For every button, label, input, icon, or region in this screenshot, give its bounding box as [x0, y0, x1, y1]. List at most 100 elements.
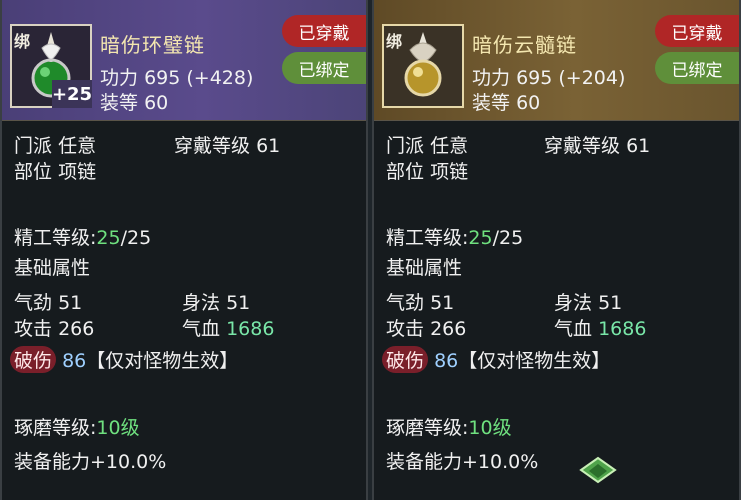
- wear-level-value: 61: [256, 135, 281, 157]
- item-tooltip-card-2: 绑 暗伤云髓链 功力 695 (+204) 装等 60 已穿戴 已绑定 门派 任…: [372, 0, 741, 500]
- wear-level-label: 穿戴等级: [544, 135, 621, 157]
- item-name: 暗伤环璧链: [100, 33, 205, 57]
- gear-level-stat: 装等 60: [100, 88, 168, 115]
- item-name: 暗伤云髓链: [472, 33, 577, 57]
- sect-value: 任意: [430, 135, 469, 157]
- agility-value: 51: [226, 292, 251, 314]
- craft-max: /25: [492, 227, 524, 249]
- slot-value: 项链: [430, 161, 469, 183]
- attack-value: 266: [430, 318, 467, 340]
- hp-value: 1686: [598, 318, 647, 340]
- pierce-row: 破伤 86【仅对怪物生效】: [382, 346, 610, 373]
- hp-row: 气血 1686: [182, 314, 274, 341]
- pierce-note: 【仅对怪物生效】: [86, 350, 239, 372]
- equipped-tag: 已穿戴: [282, 15, 366, 47]
- attack-row: 攻击 266: [14, 314, 94, 341]
- polish-value: 10级: [468, 417, 512, 439]
- polish-label: 琢磨等级:: [386, 417, 469, 439]
- base-attr-title: 基础属性: [386, 257, 463, 279]
- craft-level-row: 精工等级:25/25: [14, 223, 151, 250]
- wear-level-value: 61: [626, 135, 651, 157]
- polish-label: 琢磨等级:: [14, 417, 97, 439]
- green-game-logo-icon: [579, 456, 617, 484]
- bind-tag: 绑: [14, 32, 31, 51]
- sect-label: 门派: [386, 135, 425, 157]
- power-value: 695: [144, 67, 181, 89]
- card-header: 绑 暗伤云髓链 功力 695 (+204) 装等 60 已穿戴 已绑定: [374, 0, 739, 121]
- agility-row: 身法 51: [182, 288, 250, 315]
- power-label: 功力: [472, 67, 511, 89]
- qi-value: 51: [430, 292, 455, 314]
- wear-level-row: 穿戴等级 61: [174, 131, 280, 158]
- gear-level-value: 60: [516, 92, 541, 114]
- equip-ability-label: 装备能力: [14, 451, 91, 473]
- craft-label: 精工等级:: [14, 227, 97, 249]
- power-label: 功力: [100, 67, 139, 89]
- polish-value: 10级: [96, 417, 140, 439]
- equip-ability-label: 装备能力: [386, 451, 463, 473]
- hp-row: 气血 1686: [554, 314, 646, 341]
- gear-level-value: 60: [144, 92, 169, 114]
- slot-label: 部位: [14, 161, 53, 183]
- sect-label: 门派: [14, 135, 53, 157]
- hp-label: 气血: [554, 318, 593, 340]
- pierce-value: 86: [62, 350, 87, 372]
- pierce-note: 【仅对怪物生效】: [458, 350, 611, 372]
- card-header: 绑 +25 暗伤环璧链 功力 695 (+428) 装等 60 已穿戴 已绑定: [2, 0, 366, 121]
- base-attr-title: 基础属性: [14, 257, 91, 279]
- sect-row: 门派 任意: [14, 131, 96, 158]
- attack-value: 266: [58, 318, 95, 340]
- power-stat: 功力 695 (+428): [100, 63, 253, 90]
- wear-level-row: 穿戴等级 61: [544, 131, 650, 158]
- craft-max: /25: [120, 227, 152, 249]
- slot-row: 部位 项链: [14, 157, 96, 184]
- qi-row: 气劲 51: [14, 288, 82, 315]
- agility-row: 身法 51: [554, 288, 622, 315]
- agility-value: 51: [598, 292, 623, 314]
- equip-ability-row: 装备能力+10.0%: [14, 447, 166, 474]
- gear-level-label: 装等: [472, 92, 511, 114]
- power-stat: 功力 695 (+204): [472, 63, 625, 90]
- pierce-row: 破伤 86【仅对怪物生效】: [10, 346, 238, 373]
- bind-tag: 绑: [386, 32, 403, 51]
- bound-tag: 已绑定: [282, 52, 366, 84]
- qi-label: 气劲: [386, 292, 425, 314]
- attack-label: 攻击: [386, 318, 425, 340]
- polish-level-row: 琢磨等级:10级: [386, 413, 512, 440]
- game-logo: [575, 454, 621, 492]
- pierce-label: 破伤: [10, 346, 57, 373]
- equip-ability-value: +10.0%: [90, 451, 167, 473]
- hp-value: 1686: [226, 318, 275, 340]
- hp-label: 气血: [182, 318, 221, 340]
- qi-value: 51: [58, 292, 83, 314]
- pierce-value: 86: [434, 350, 459, 372]
- craft-current: 25: [96, 227, 121, 249]
- attack-row: 攻击 266: [386, 314, 466, 341]
- polish-level-row: 琢磨等级:10级: [14, 413, 140, 440]
- slot-row: 部位 项链: [386, 157, 468, 184]
- equip-ability-row: 装备能力+10.0%: [386, 447, 538, 474]
- agility-label: 身法: [554, 292, 593, 314]
- gear-level-label: 装等: [100, 92, 139, 114]
- pierce-label: 破伤: [382, 346, 429, 373]
- equipped-tag: 已穿戴: [655, 15, 739, 47]
- attack-label: 攻击: [14, 318, 53, 340]
- item-tooltip-card-1: 绑 +25 暗伤环璧链 功力 695 (+428) 装等 60 已穿戴 已绑定 …: [0, 0, 368, 500]
- power-bonus: (+428): [186, 67, 254, 89]
- qi-label: 气劲: [14, 292, 53, 314]
- craft-level-row: 精工等级:25/25: [386, 223, 523, 250]
- sect-value: 任意: [58, 135, 97, 157]
- sect-row: 门派 任意: [386, 131, 468, 158]
- slot-value: 项链: [58, 161, 97, 183]
- wear-level-label: 穿戴等级: [174, 135, 251, 157]
- slot-label: 部位: [386, 161, 425, 183]
- agility-label: 身法: [182, 292, 221, 314]
- craft-label: 精工等级:: [386, 227, 469, 249]
- craft-current: 25: [468, 227, 493, 249]
- power-bonus: (+204): [558, 67, 626, 89]
- power-value: 695: [516, 67, 553, 89]
- gear-level-stat: 装等 60: [472, 88, 540, 115]
- qi-row: 气劲 51: [386, 288, 454, 315]
- equip-ability-value: +10.0%: [462, 451, 539, 473]
- bound-tag: 已绑定: [655, 52, 739, 84]
